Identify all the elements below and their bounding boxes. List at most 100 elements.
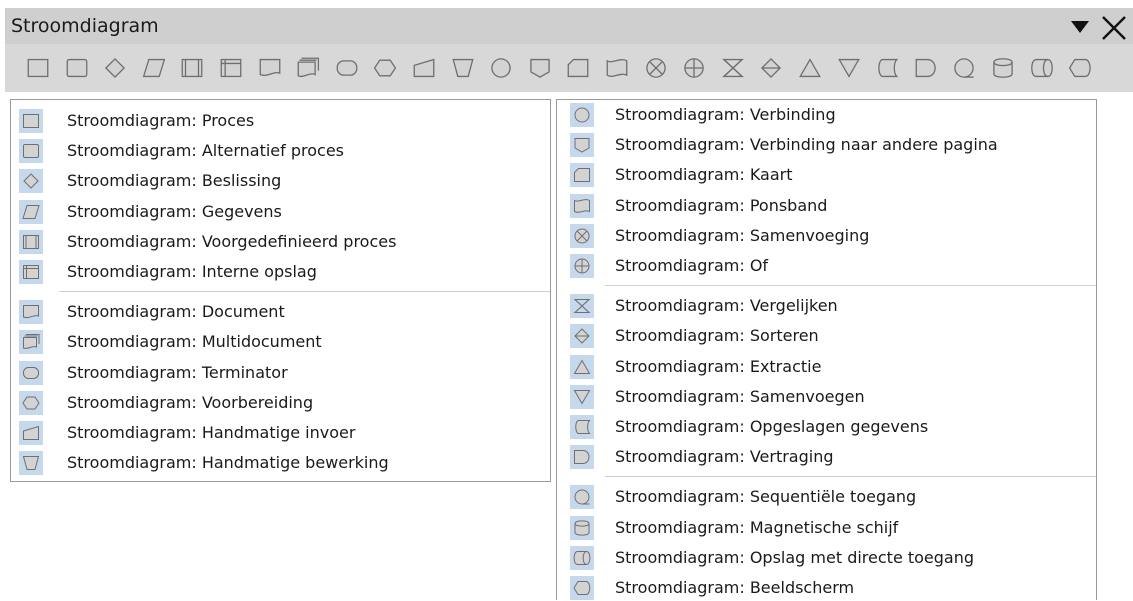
process-shape-icon bbox=[23, 114, 39, 128]
menu-item-card[interactable]: Stroomdiagram: Kaart bbox=[557, 160, 1096, 188]
toolbar-button-multidocument[interactable] bbox=[295, 55, 321, 81]
preparation-shape-icon bbox=[22, 396, 40, 410]
or-shape-icon bbox=[574, 258, 590, 274]
merge-icon bbox=[570, 384, 594, 409]
menu-item-data[interactable]: Stroomdiagram: Gegevens bbox=[11, 197, 550, 225]
menu-item-document[interactable]: Stroomdiagram: Document bbox=[11, 297, 550, 325]
collate-shape-icon bbox=[573, 299, 591, 314]
magnetic-disk-shape-icon bbox=[574, 519, 590, 536]
menu-item-label: Stroomdiagram: Vertraging bbox=[615, 447, 834, 467]
menu-item-delay[interactable]: Stroomdiagram: Vertraging bbox=[557, 442, 1096, 470]
sort-icon bbox=[570, 324, 594, 349]
toolbar-button-document[interactable] bbox=[257, 55, 283, 81]
menu-item-internal-storage[interactable]: Stroomdiagram: Interne opslag bbox=[11, 257, 550, 285]
menu-item-connector[interactable]: Stroomdiagram: Verbinding bbox=[557, 100, 1096, 128]
toolbar-button-off-page-connector[interactable] bbox=[527, 55, 553, 81]
merge-shape-icon bbox=[837, 58, 860, 78]
menu-item-process[interactable]: Stroomdiagram: Proces bbox=[11, 106, 550, 134]
menu-item-multidocument[interactable]: Stroomdiagram: Multidocument bbox=[11, 327, 550, 355]
toolbar-button-preparation[interactable] bbox=[372, 55, 398, 81]
alternate-process-icon bbox=[19, 139, 43, 164]
dropdown-arrow-icon[interactable] bbox=[1071, 21, 1089, 33]
menu-item-manual-input[interactable]: Stroomdiagram: Handmatige invoer bbox=[11, 418, 550, 446]
data-shape-icon bbox=[142, 58, 166, 78]
toolbar-button-or[interactable] bbox=[681, 55, 707, 81]
close-icon[interactable] bbox=[1100, 15, 1128, 41]
menu-item-label: Stroomdiagram: Interne opslag bbox=[67, 262, 317, 281]
menu-item-collate[interactable]: Stroomdiagram: Vergelijken bbox=[557, 291, 1096, 319]
shape-toolbar bbox=[5, 44, 1133, 92]
manual-input-shape-icon bbox=[23, 425, 39, 440]
collate-icon bbox=[570, 294, 594, 319]
menu-item-sort[interactable]: Stroomdiagram: Sorteren bbox=[557, 321, 1096, 349]
data-shape-icon bbox=[22, 204, 40, 219]
card-shape-icon bbox=[574, 168, 590, 183]
toolbar-button-display[interactable] bbox=[1067, 55, 1093, 81]
menu-item-off-page-connector[interactable]: Stroomdiagram: Verbinding naar andere pa… bbox=[557, 130, 1096, 158]
card-shape-icon bbox=[567, 58, 589, 78]
menu-item-preparation[interactable]: Stroomdiagram: Voorbereiding bbox=[11, 388, 550, 416]
toolbar-button-manual-input[interactable] bbox=[411, 55, 437, 81]
flowchart-menu-left: Stroomdiagram: Proces Stroomdiagram: Alte… bbox=[10, 99, 551, 482]
toolbar-button-alternate-process[interactable] bbox=[64, 55, 90, 81]
toolbar-button-sequential-access[interactable] bbox=[951, 55, 977, 81]
punched-tape-shape-icon bbox=[606, 59, 628, 77]
stored-data-shape-icon bbox=[575, 420, 591, 434]
menu-item-stored-data[interactable]: Stroomdiagram: Opgeslagen gegevens bbox=[557, 412, 1096, 440]
menu-item-alternate-process[interactable]: Stroomdiagram: Alternatief proces bbox=[11, 136, 550, 164]
menu-item-punched-tape[interactable]: Stroomdiagram: Ponsband bbox=[557, 191, 1096, 219]
sort-shape-icon bbox=[761, 57, 782, 79]
decision-icon bbox=[19, 169, 43, 194]
punched-tape-shape-icon bbox=[574, 198, 590, 213]
menu-item-label: Stroomdiagram: Vergelijken bbox=[615, 296, 838, 316]
manual-operation-shape-icon bbox=[22, 456, 40, 471]
toolbar-button-decision[interactable] bbox=[102, 55, 128, 81]
toolbar-button-stored-data[interactable] bbox=[874, 55, 900, 81]
toolbar-button-summing-junction[interactable] bbox=[643, 55, 669, 81]
menu-item-or[interactable]: Stroomdiagram: Of bbox=[557, 251, 1096, 279]
toolbar-button-punched-tape[interactable] bbox=[604, 55, 630, 81]
menu-item-direct-access-storage[interactable]: Stroomdiagram: Opslag met directe toegan… bbox=[557, 543, 1096, 571]
toolbar-button-terminator[interactable] bbox=[334, 55, 360, 81]
menu-item-predefined-process[interactable]: Stroomdiagram: Voorgedefinieerd proces bbox=[11, 227, 550, 255]
toolbar-button-predefined-process[interactable] bbox=[179, 55, 205, 81]
menu-item-extract[interactable]: Stroomdiagram: Extractie bbox=[557, 352, 1096, 380]
internal-storage-icon bbox=[19, 260, 43, 284]
toolbar-button-collate[interactable] bbox=[720, 55, 746, 81]
menu-item-summing-junction[interactable]: Stroomdiagram: Samenvoeging bbox=[557, 221, 1096, 249]
document-shape-icon bbox=[23, 305, 39, 319]
sort-shape-icon bbox=[574, 328, 590, 345]
menu-item-magnetic-disk[interactable]: Stroomdiagram: Magnetische schijf bbox=[557, 513, 1096, 541]
menu-item-manual-operation[interactable]: Stroomdiagram: Handmatige bewerking bbox=[11, 448, 550, 476]
menu-item-label: Stroomdiagram: Samenvoeging bbox=[615, 225, 870, 245]
connector-shape-icon bbox=[491, 58, 511, 78]
menu-item-display[interactable]: Stroomdiagram: Beeldscherm bbox=[557, 573, 1096, 601]
toolbar-button-manual-operation[interactable] bbox=[450, 55, 476, 81]
or-icon bbox=[570, 254, 594, 278]
internal-storage-shape-icon bbox=[23, 265, 39, 279]
menu-item-label: Stroomdiagram: Opgeslagen gegevens bbox=[615, 417, 929, 436]
toolbar-button-direct-access-storage[interactable] bbox=[1029, 55, 1055, 81]
toolbar-button-sort[interactable] bbox=[758, 55, 784, 81]
toolbar-button-magnetic-disk[interactable] bbox=[990, 55, 1016, 81]
menu-item-terminator[interactable]: Stroomdiagram: Terminator bbox=[11, 358, 550, 386]
menu-separator bbox=[605, 285, 1096, 287]
summing-junction-shape-icon bbox=[574, 228, 590, 244]
toolbar-button-card[interactable] bbox=[565, 55, 591, 81]
manual-operation-icon bbox=[19, 451, 43, 476]
toolbar-button-extract[interactable] bbox=[797, 55, 823, 81]
menu-item-decision[interactable]: Stroomdiagram: Beslissing bbox=[11, 166, 550, 194]
menu-item-label: Stroomdiagram: Multidocument bbox=[67, 332, 322, 352]
menu-item-sequential-access[interactable]: Stroomdiagram: Sequentiële toegang bbox=[557, 482, 1096, 510]
toolbar-button-delay[interactable] bbox=[913, 55, 939, 81]
toolbar-button-connector[interactable] bbox=[488, 55, 514, 81]
toolbar-button-process[interactable] bbox=[25, 55, 51, 81]
delay-shape-icon bbox=[915, 58, 936, 78]
menu-item-merge[interactable]: Stroomdiagram: Samenvoegen bbox=[557, 382, 1096, 410]
toolbar-button-data[interactable] bbox=[141, 55, 167, 81]
magnetic-disk-shape-icon bbox=[993, 58, 1013, 78]
terminator-shape-icon bbox=[336, 60, 358, 76]
toolbar-button-internal-storage[interactable] bbox=[218, 55, 244, 81]
menu-item-label: Stroomdiagram: Gegevens bbox=[67, 201, 282, 221]
toolbar-button-merge[interactable] bbox=[836, 55, 862, 81]
